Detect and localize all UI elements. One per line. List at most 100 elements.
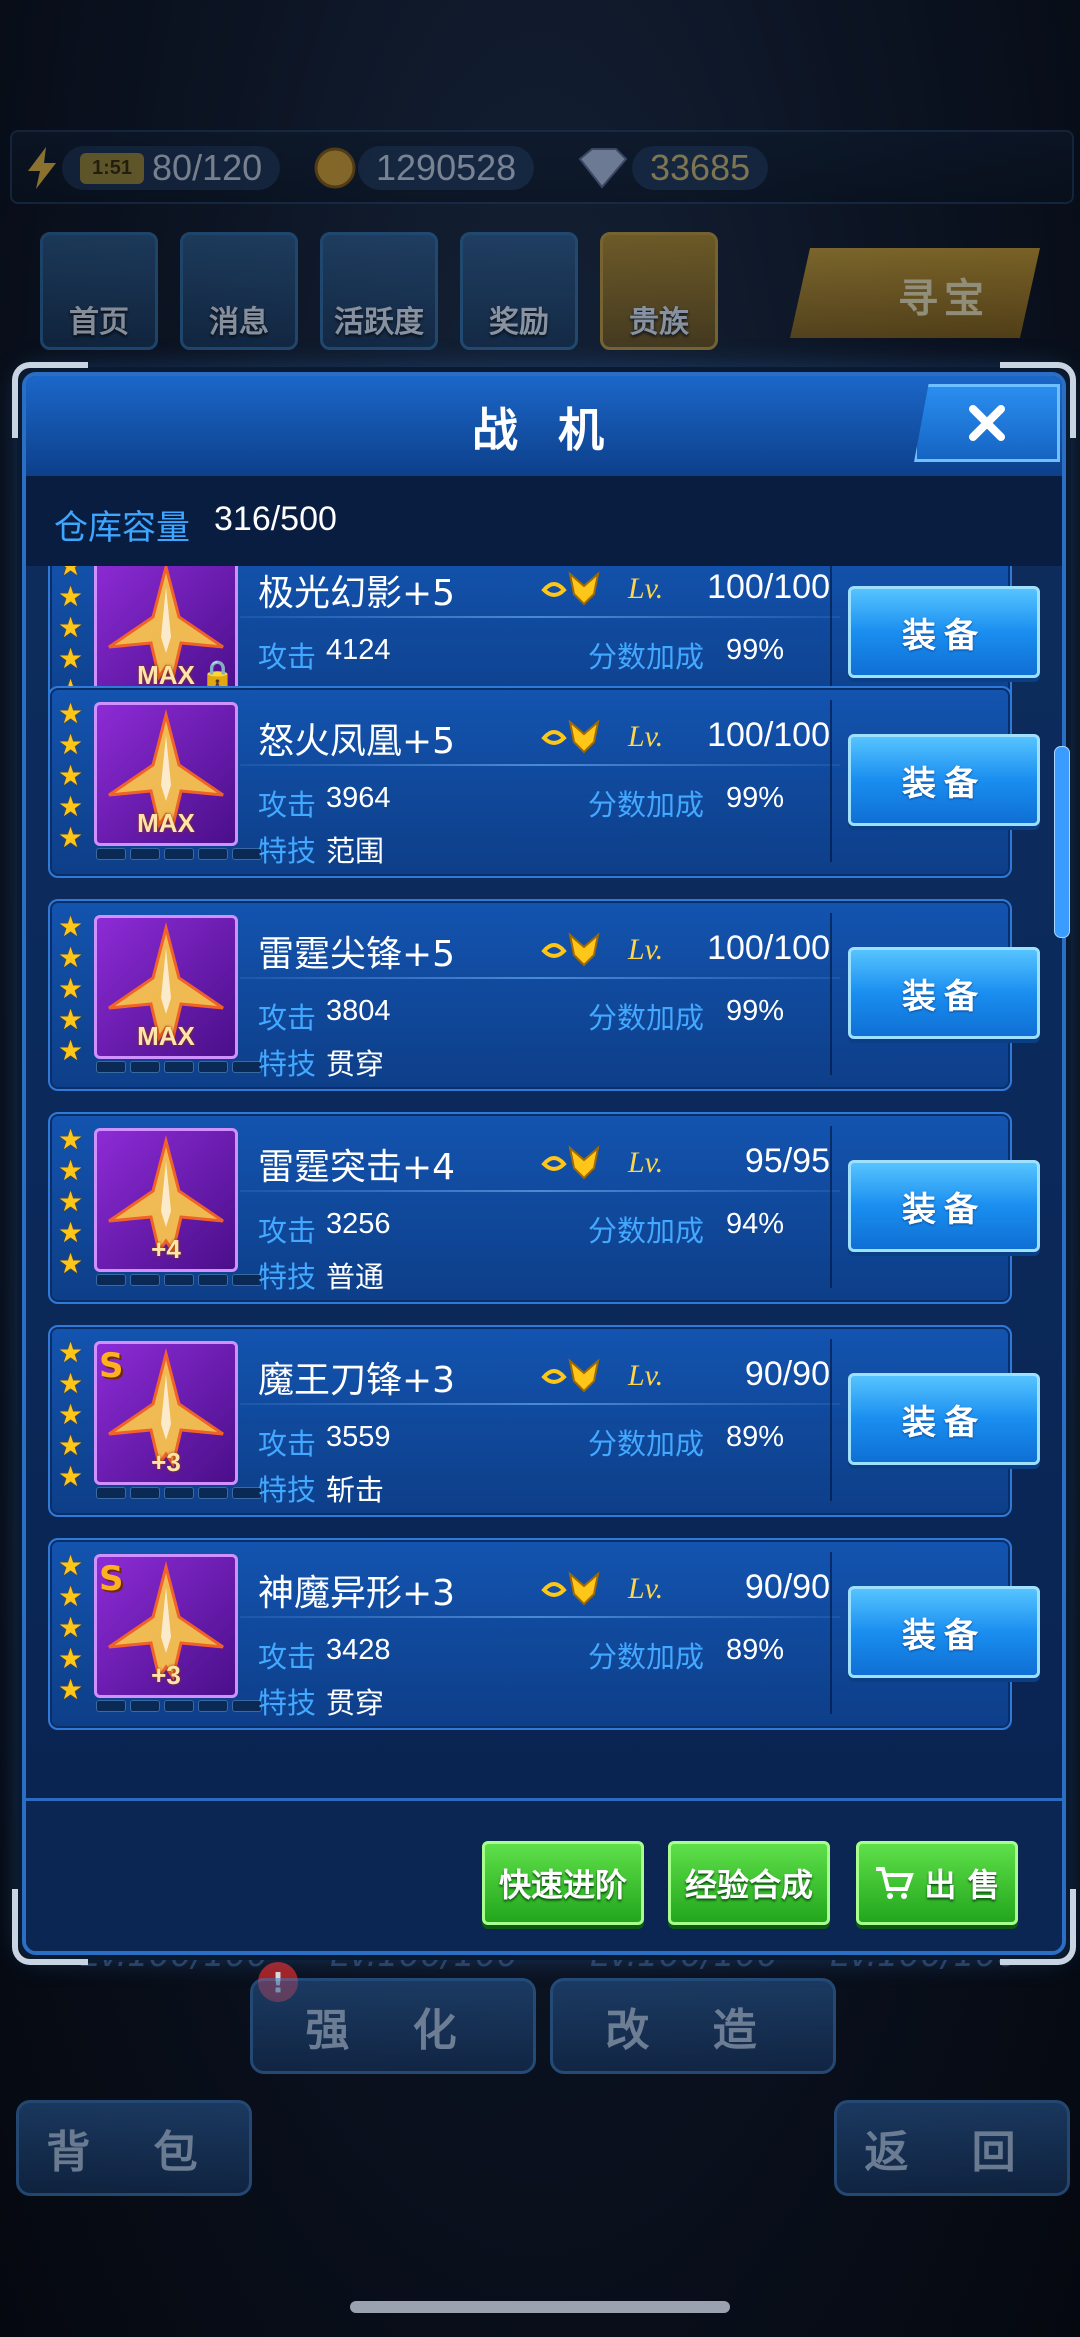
star-icon: ★ <box>58 790 84 823</box>
nav-home[interactable]: 首页 <box>40 232 158 350</box>
level-label: Lv. <box>628 933 664 966</box>
skill-value: 普通 <box>326 1262 385 1294</box>
fighter-portrait[interactable]: MAX <box>94 915 238 1059</box>
star-icon: ★ <box>58 1580 84 1613</box>
fighter-portrait[interactable]: S +3 <box>94 1341 238 1485</box>
star-icon: ★ <box>58 1398 84 1431</box>
equip-button[interactable]: 装备 <box>848 586 1040 678</box>
nav-messages[interactable]: 消息 <box>180 232 298 350</box>
nav-rewards-label: 奖励 <box>489 305 549 340</box>
star-rating: ★★★★★ <box>58 911 88 1066</box>
exp-merge-button[interactable]: 经验合成 <box>668 1841 830 1925</box>
skill-value: 贯穿 <box>326 1688 385 1720</box>
sell-label: 出 售 <box>924 1866 1000 1904</box>
energy-resource[interactable]: 1:51 80/120 <box>22 146 281 190</box>
fighter-row[interactable]: ★ ★ ★ ★ ★ +4 雷霆突击+4 Lv. 95/95 攻击 3256 分数加成 <box>48 1112 1040 1304</box>
star-icon: ★ <box>58 697 84 730</box>
star-rating: ★★★★★ <box>58 1124 88 1279</box>
fighter-tag: +3 <box>151 1660 181 1690</box>
star-icon: ★ <box>58 728 84 761</box>
nav-noble[interactable]: 贵族 <box>600 232 718 350</box>
star-icon: ★ <box>58 1003 84 1036</box>
enhance-button[interactable]: 强 化 <box>250 1978 536 2074</box>
star-icon: ★ <box>58 1216 84 1249</box>
wing-link-icon <box>541 1145 600 1180</box>
row-divider <box>830 700 832 862</box>
name-divider <box>240 1403 840 1405</box>
nav-activity-label: 活跃度 <box>334 305 424 340</box>
equip-button[interactable]: 装备 <box>848 947 1040 1039</box>
bonus-label: 分数加成 <box>588 640 705 674</box>
sell-button[interactable]: 出 售 <box>856 1841 1018 1925</box>
row-divider <box>830 913 832 1075</box>
skill-label: 特技 <box>258 1473 317 1507</box>
gold-resource[interactable]: 1290528 <box>312 146 535 190</box>
fighter-tag: +3 <box>151 1447 181 1477</box>
treasure-button[interactable]: 寻宝 <box>790 248 1040 338</box>
level-label: Lv. <box>628 572 664 605</box>
fighter-row[interactable]: ★ ★ ★ ★ ★ MAX 雷霆尖锋+5 Lv. 100/100 攻击 3804 分数加 <box>48 899 1040 1091</box>
fighter-name: 雷霆突击+4 <box>258 1147 456 1188</box>
attack-label: 攻击 <box>258 1427 317 1461</box>
upgrade-pip <box>198 848 228 860</box>
equip-button[interactable]: 装备 <box>848 1160 1040 1252</box>
fighter-row[interactable]: ★ ★ ★ ★ ★ MAX 怒火凤凰+5 Lv. 100/100 攻击 3964 分数加 <box>48 686 1040 878</box>
equip-button[interactable]: 装备 <box>848 734 1040 826</box>
attack-value: 3559 <box>326 1421 391 1453</box>
upgrade-pip <box>130 1274 160 1286</box>
fighter-row[interactable]: ★ ★ ★ ★ ★ S +3 神魔异形+3 Lv. 90/90 攻击 3428 分数加成 <box>48 1538 1040 1730</box>
upgrade-pip <box>130 1700 160 1712</box>
level-value: 100/100 <box>707 716 830 754</box>
nav-activity[interactable]: 活跃度 <box>320 232 438 350</box>
rank-badge: S <box>99 1346 124 1386</box>
bonus-value: 89% <box>726 1634 785 1666</box>
upgrade-pip <box>96 848 126 860</box>
fighter-dialog: 战 机 仓库容量 316/500 ★★★★★ MAX 🔒 极光幻影+5 <box>12 362 1076 1965</box>
level-value: 90/90 <box>744 1568 830 1606</box>
star-icon: ★ <box>58 1460 84 1493</box>
equip-button[interactable]: 装备 <box>848 1373 1040 1465</box>
cart-icon <box>876 1867 915 1899</box>
star-icon: ★ <box>58 1247 84 1280</box>
quick-upgrade-button[interactable]: 快速进阶 <box>482 1841 644 1925</box>
skill-label: 特技 <box>258 1686 317 1720</box>
fighter-row[interactable]: ★ ★ ★ ★ ★ S +3 魔王刀锋+3 Lv. 90/90 攻击 3559 分数加成 <box>48 1325 1040 1517</box>
close-icon <box>969 405 1005 441</box>
resource-bar: 1:51 80/120 1290528 33685 <box>10 130 1074 204</box>
upgrade-pip <box>198 1487 228 1499</box>
fighter-list[interactable]: ★★★★★ MAX 🔒 极光幻影+5 Lv. 100/100 攻击 4124 分 <box>26 566 1062 1776</box>
fighter-portrait[interactable]: MAX <box>94 702 238 846</box>
fighter-portrait[interactable]: S +3 <box>94 1554 238 1698</box>
upgrade-pip <box>96 1274 126 1286</box>
name-divider <box>240 1190 840 1192</box>
bonus-label: 分数加成 <box>588 788 705 822</box>
upgrade-pips <box>96 1274 262 1286</box>
star-icon: ★ <box>58 580 84 613</box>
star-icon: ★ <box>58 941 84 974</box>
star-rating: ★★★★★ <box>58 698 88 853</box>
star-icon: ★ <box>58 910 84 943</box>
skill-value: 贯穿 <box>326 1049 385 1081</box>
skill-value: 斩击 <box>326 1475 385 1507</box>
dialog-title: 战 机 <box>471 403 616 457</box>
equip-button[interactable]: 装备 <box>848 1586 1040 1678</box>
modify-button[interactable]: 改 造 <box>550 1978 836 2074</box>
back-button[interactable]: 返 回 <box>834 2100 1070 2196</box>
gold-coin-icon <box>314 147 356 189</box>
wing-link-icon <box>541 1358 600 1393</box>
upgrade-pip <box>198 1061 228 1073</box>
fighter-name: 怒火凤凰+5 <box>258 721 456 762</box>
level-label: Lv. <box>628 1572 664 1605</box>
nav-rewards[interactable]: 奖励 <box>460 232 578 350</box>
home-indicator[interactable] <box>350 2301 730 2313</box>
star-icon: ★ <box>58 821 84 854</box>
gem-resource[interactable]: 33685 <box>572 146 769 190</box>
wing-link-icon <box>541 932 600 967</box>
list-scrollbar[interactable] <box>1054 746 1070 938</box>
fighter-tag: MAX <box>137 808 195 838</box>
fighter-portrait[interactable]: +4 <box>94 1128 238 1272</box>
bag-button[interactable]: 背 包 <box>16 2100 252 2196</box>
level-value: 100/100 <box>707 568 830 606</box>
close-button[interactable] <box>914 384 1060 462</box>
gem-value: 33685 <box>632 146 769 190</box>
